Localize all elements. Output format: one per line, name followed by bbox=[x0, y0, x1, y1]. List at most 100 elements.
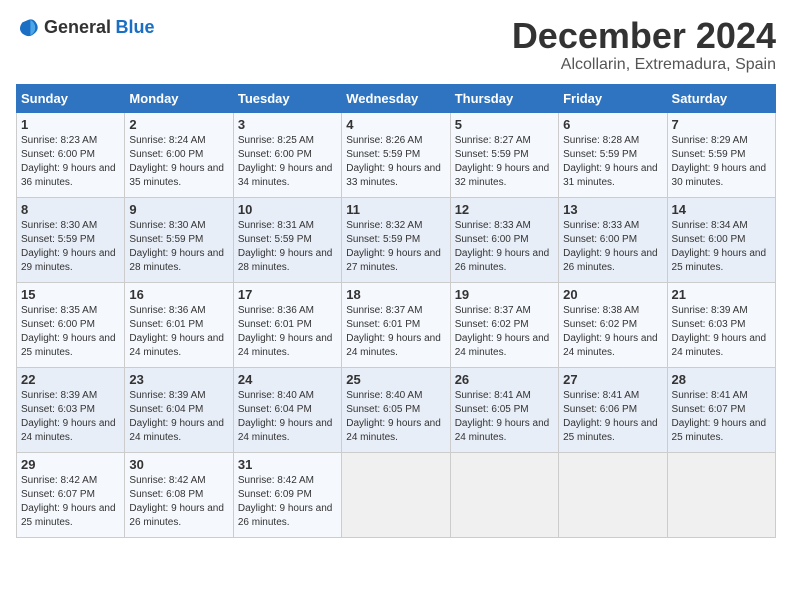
calendar-cell: 26 Sunrise: 8:41 AMSunset: 6:05 PMDayligh… bbox=[450, 367, 558, 452]
cell-content: Sunrise: 8:38 AMSunset: 6:02 PMDaylight:… bbox=[563, 304, 662, 360]
cell-content: Sunrise: 8:41 AMSunset: 6:05 PMDaylight:… bbox=[455, 389, 554, 445]
day-number: 10 bbox=[238, 202, 337, 217]
day-number: 27 bbox=[563, 372, 662, 387]
calendar-cell: 14 Sunrise: 8:34 AMSunset: 6:00 PMDayligh… bbox=[667, 197, 775, 282]
week-row-5: 29 Sunrise: 8:42 AMSunset: 6:07 PMDayligh… bbox=[17, 452, 776, 537]
day-number: 3 bbox=[238, 117, 337, 132]
calendar-cell: 23Sunrise: 8:39 AMSunset: 6:04 PMDayligh… bbox=[125, 367, 233, 452]
calendar-cell: 11 Sunrise: 8:32 AMSunset: 5:59 PMDayligh… bbox=[342, 197, 450, 282]
day-number: 25 bbox=[346, 372, 445, 387]
calendar-cell: 27 Sunrise: 8:41 AMSunset: 6:06 PMDayligh… bbox=[559, 367, 667, 452]
cell-content: Sunrise: 8:25 AMSunset: 6:00 PMDaylight:… bbox=[238, 134, 337, 190]
cell-content: Sunrise: 8:42 AMSunset: 6:08 PMDaylight:… bbox=[129, 474, 228, 530]
header-friday: Friday bbox=[559, 84, 667, 112]
day-number: 28 bbox=[672, 372, 771, 387]
cell-content: Sunrise: 8:23 AMSunset: 6:00 PMDaylight:… bbox=[21, 134, 120, 190]
logo: General Blue bbox=[16, 16, 155, 40]
header-row: SundayMondayTuesdayWednesdayThursdayFrid… bbox=[17, 84, 776, 112]
day-number: 15 bbox=[21, 287, 120, 302]
day-number: 22 bbox=[21, 372, 120, 387]
cell-content: Sunrise: 8:39 AMSunset: 6:03 PMDaylight:… bbox=[672, 304, 771, 360]
day-number: 29 bbox=[21, 457, 120, 472]
calendar-table: SundayMondayTuesdayWednesdayThursdayFrid… bbox=[16, 84, 776, 538]
header-tuesday: Tuesday bbox=[233, 84, 341, 112]
calendar-cell: 30 Sunrise: 8:42 AMSunset: 6:08 PMDayligh… bbox=[125, 452, 233, 537]
calendar-cell: 13Sunrise: 8:33 AMSunset: 6:00 PMDayligh… bbox=[559, 197, 667, 282]
cell-content: Sunrise: 8:39 AMSunset: 6:03 PMDaylight:… bbox=[21, 389, 120, 445]
cell-content: Sunrise: 8:42 AMSunset: 6:09 PMDaylight:… bbox=[238, 474, 337, 530]
header-monday: Monday bbox=[125, 84, 233, 112]
cell-content: Sunrise: 8:37 AMSunset: 6:01 PMDaylight:… bbox=[346, 304, 445, 360]
calendar-cell bbox=[342, 452, 450, 537]
calendar-cell: 28 Sunrise: 8:41 AMSunset: 6:07 PMDayligh… bbox=[667, 367, 775, 452]
day-number: 16 bbox=[129, 287, 228, 302]
calendar-cell: 9Sunrise: 8:30 AMSunset: 5:59 PMDaylight… bbox=[125, 197, 233, 282]
calendar-cell: 6Sunrise: 8:28 AMSunset: 5:59 PMDaylight… bbox=[559, 112, 667, 197]
cell-content: Sunrise: 8:34 AMSunset: 6:00 PMDaylight:… bbox=[672, 219, 771, 275]
calendar-cell: 5Sunrise: 8:27 AMSunset: 5:59 PMDaylight… bbox=[450, 112, 558, 197]
cell-content: Sunrise: 8:33 AMSunset: 6:00 PMDaylight:… bbox=[455, 219, 554, 275]
day-number: 18 bbox=[346, 287, 445, 302]
day-number: 11 bbox=[346, 202, 445, 217]
day-number: 20 bbox=[563, 287, 662, 302]
calendar-cell: 8 Sunrise: 8:30 AMSunset: 5:59 PMDaylight… bbox=[17, 197, 125, 282]
cell-content: Sunrise: 8:35 AMSunset: 6:00 PMDaylight:… bbox=[21, 304, 120, 360]
day-number: 31 bbox=[238, 457, 337, 472]
cell-content: Sunrise: 8:29 AMSunset: 5:59 PMDaylight:… bbox=[672, 134, 771, 190]
cell-content: Sunrise: 8:28 AMSunset: 5:59 PMDaylight:… bbox=[563, 134, 662, 190]
calendar-cell: 3 Sunrise: 8:25 AMSunset: 6:00 PMDaylight… bbox=[233, 112, 341, 197]
calendar-cell: 10 Sunrise: 8:31 AMSunset: 5:59 PMDayligh… bbox=[233, 197, 341, 282]
cell-content: Sunrise: 8:41 AMSunset: 6:07 PMDaylight:… bbox=[672, 389, 771, 445]
day-number: 17 bbox=[238, 287, 337, 302]
calendar-cell: 1Sunrise: 8:23 AMSunset: 6:00 PMDaylight… bbox=[17, 112, 125, 197]
day-number: 4 bbox=[346, 117, 445, 132]
header-saturday: Saturday bbox=[667, 84, 775, 112]
header-wednesday: Wednesday bbox=[342, 84, 450, 112]
day-number: 9 bbox=[129, 202, 228, 217]
cell-content: Sunrise: 8:39 AMSunset: 6:04 PMDaylight:… bbox=[129, 389, 228, 445]
cell-content: Sunrise: 8:42 AMSunset: 6:07 PMDaylight:… bbox=[21, 474, 120, 530]
day-number: 30 bbox=[129, 457, 228, 472]
cell-content: Sunrise: 8:26 AMSunset: 5:59 PMDaylight:… bbox=[346, 134, 445, 190]
logo-icon bbox=[16, 16, 40, 40]
day-number: 5 bbox=[455, 117, 554, 132]
cell-content: Sunrise: 8:30 AMSunset: 5:59 PMDaylight:… bbox=[21, 219, 120, 275]
calendar-cell: 15 Sunrise: 8:35 AMSunset: 6:00 PMDayligh… bbox=[17, 282, 125, 367]
cell-content: Sunrise: 8:36 AMSunset: 6:01 PMDaylight:… bbox=[238, 304, 337, 360]
day-number: 2 bbox=[129, 117, 228, 132]
cell-content: Sunrise: 8:32 AMSunset: 5:59 PMDaylight:… bbox=[346, 219, 445, 275]
week-row-4: 22 Sunrise: 8:39 AMSunset: 6:03 PMDayligh… bbox=[17, 367, 776, 452]
day-number: 14 bbox=[672, 202, 771, 217]
calendar-body: 1Sunrise: 8:23 AMSunset: 6:00 PMDaylight… bbox=[17, 112, 776, 537]
cell-content: Sunrise: 8:36 AMSunset: 6:01 PMDaylight:… bbox=[129, 304, 228, 360]
calendar-cell bbox=[450, 452, 558, 537]
calendar-cell: 12 Sunrise: 8:33 AMSunset: 6:00 PMDayligh… bbox=[450, 197, 558, 282]
cell-content: Sunrise: 8:41 AMSunset: 6:06 PMDaylight:… bbox=[563, 389, 662, 445]
calendar-cell: 17 Sunrise: 8:36 AMSunset: 6:01 PMDayligh… bbox=[233, 282, 341, 367]
day-number: 19 bbox=[455, 287, 554, 302]
day-number: 24 bbox=[238, 372, 337, 387]
calendar-cell: 19Sunrise: 8:37 AMSunset: 6:02 PMDayligh… bbox=[450, 282, 558, 367]
title-area: December 2024 Alcollarin, Extremadura, S… bbox=[512, 16, 776, 74]
calendar-cell: 22 Sunrise: 8:39 AMSunset: 6:03 PMDayligh… bbox=[17, 367, 125, 452]
calendar-cell: 4 Sunrise: 8:26 AMSunset: 5:59 PMDaylight… bbox=[342, 112, 450, 197]
cell-content: Sunrise: 8:24 AMSunset: 6:00 PMDaylight:… bbox=[129, 134, 228, 190]
day-number: 21 bbox=[672, 287, 771, 302]
cell-content: Sunrise: 8:40 AMSunset: 6:04 PMDaylight:… bbox=[238, 389, 337, 445]
month-title: December 2024 bbox=[512, 16, 776, 56]
day-number: 12 bbox=[455, 202, 554, 217]
week-row-2: 8 Sunrise: 8:30 AMSunset: 5:59 PMDaylight… bbox=[17, 197, 776, 282]
calendar-header: SundayMondayTuesdayWednesdayThursdayFrid… bbox=[17, 84, 776, 112]
calendar-cell bbox=[559, 452, 667, 537]
day-number: 13 bbox=[563, 202, 662, 217]
day-number: 8 bbox=[21, 202, 120, 217]
page-header: General Blue December 2024 Alcollarin, E… bbox=[16, 16, 776, 74]
calendar-cell: 18 Sunrise: 8:37 AMSunset: 6:01 PMDayligh… bbox=[342, 282, 450, 367]
calendar-cell: 2 Sunrise: 8:24 AMSunset: 6:00 PMDaylight… bbox=[125, 112, 233, 197]
cell-content: Sunrise: 8:31 AMSunset: 5:59 PMDaylight:… bbox=[238, 219, 337, 275]
calendar-cell: 25Sunrise: 8:40 AMSunset: 6:05 PMDayligh… bbox=[342, 367, 450, 452]
calendar-cell: 16 Sunrise: 8:36 AMSunset: 6:01 PMDayligh… bbox=[125, 282, 233, 367]
day-number: 26 bbox=[455, 372, 554, 387]
week-row-1: 1Sunrise: 8:23 AMSunset: 6:00 PMDaylight… bbox=[17, 112, 776, 197]
header-sunday: Sunday bbox=[17, 84, 125, 112]
